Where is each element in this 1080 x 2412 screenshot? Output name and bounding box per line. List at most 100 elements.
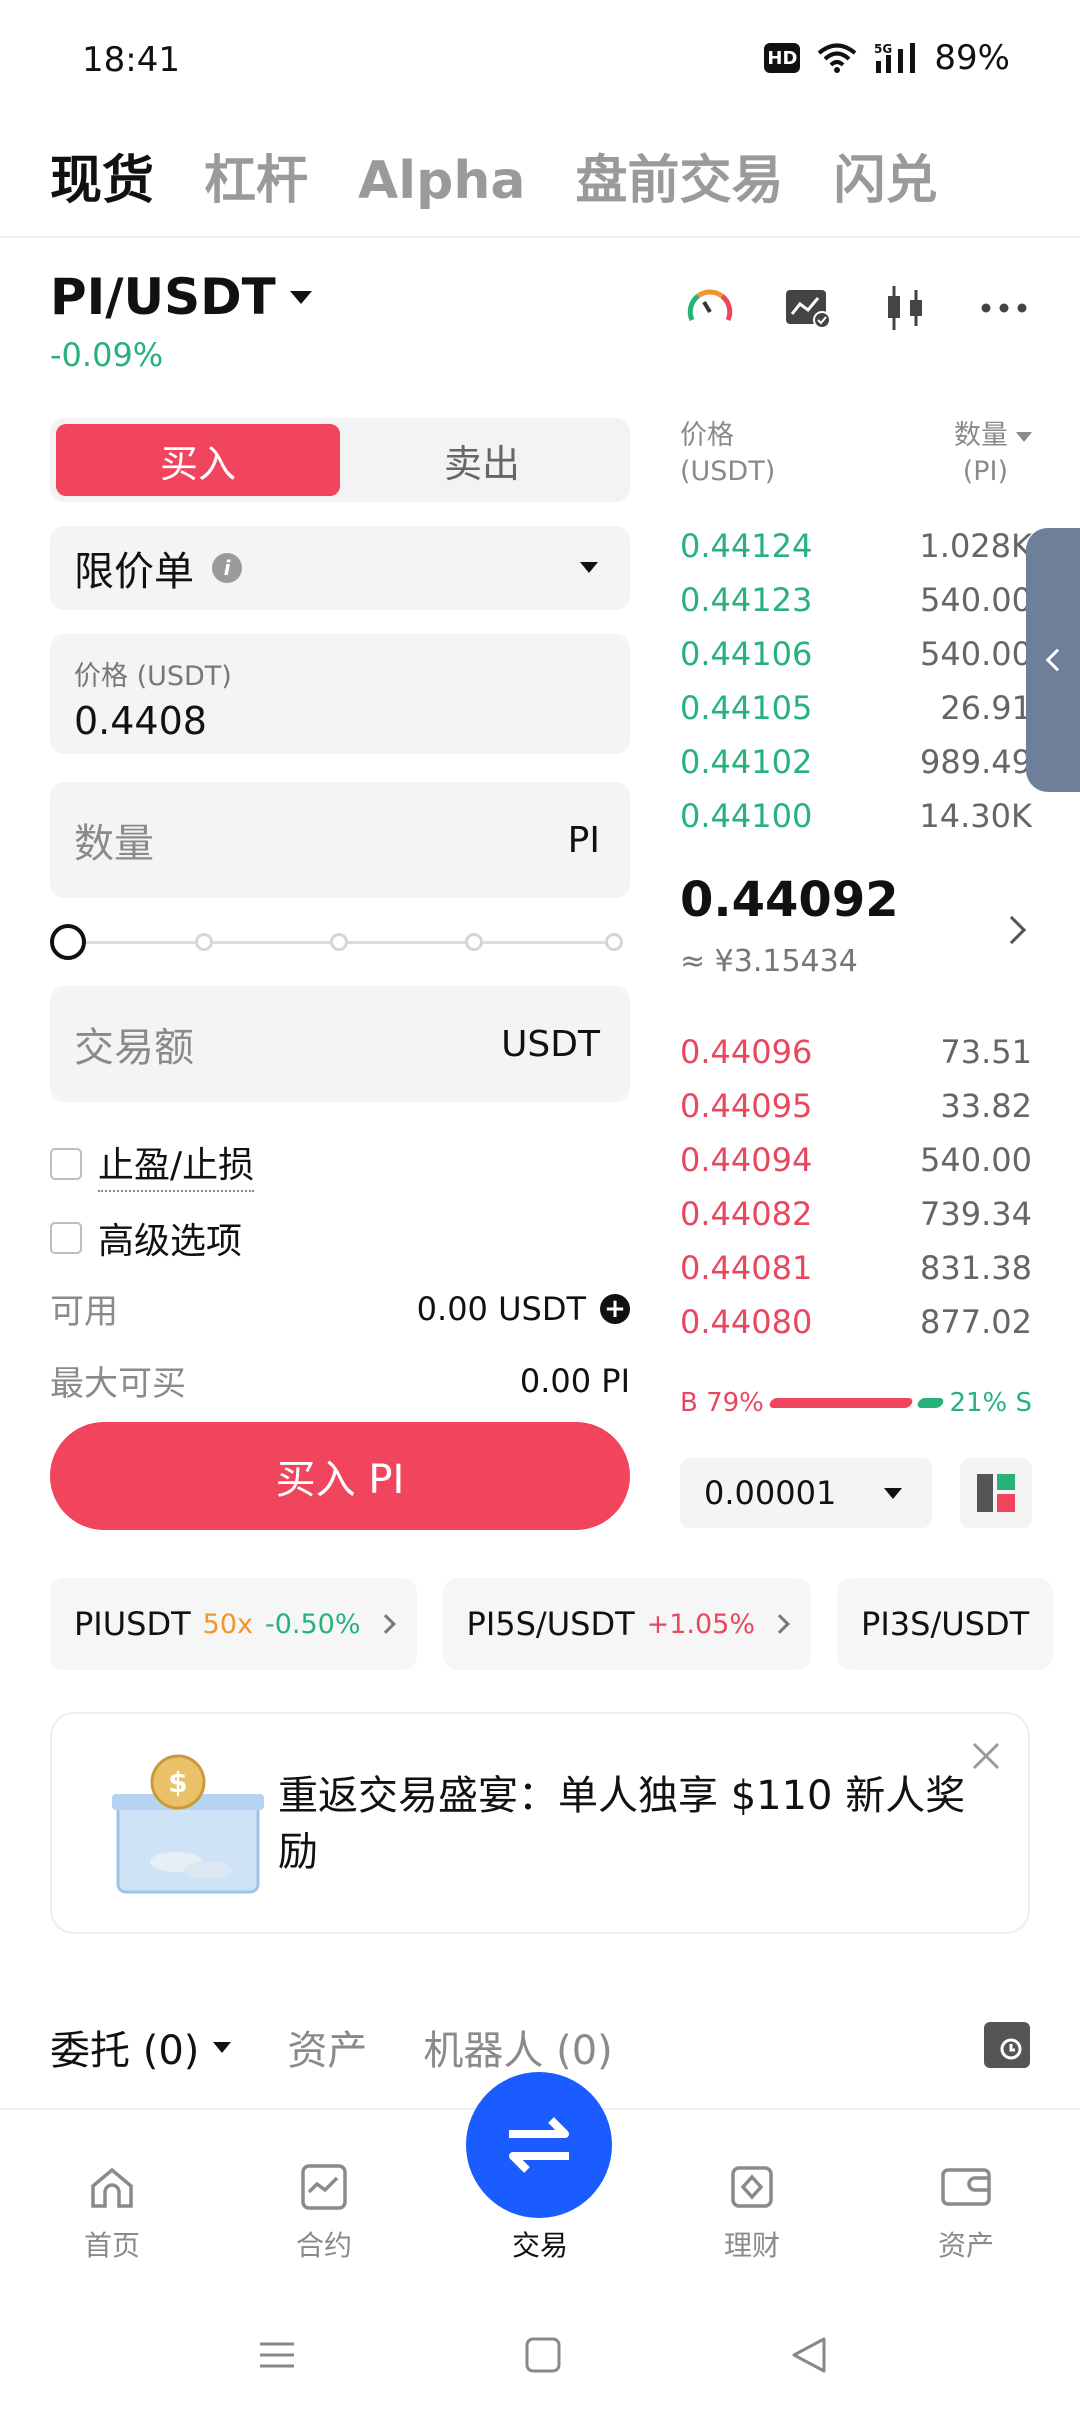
promo-banner[interactable]: $ 重返交易盛宴：单人独享 $110 新人奖励	[50, 1712, 1030, 1934]
advanced-checkbox-row[interactable]: 高级选项	[50, 1212, 242, 1264]
back-icon[interactable]	[784, 2330, 834, 2380]
chevron-right-icon[interactable]	[997, 915, 1027, 945]
available-row: 可用 0.00 USDT +	[50, 1284, 630, 1333]
system-nav	[0, 2300, 1080, 2412]
status-time: 18:41	[82, 40, 180, 80]
nav-assets[interactable]: 资产	[886, 2160, 1046, 2264]
amount-input[interactable]: 交易额 USDT	[50, 986, 630, 1102]
buy-sell-toggle: 买入 卖出	[50, 418, 630, 502]
info-icon[interactable]: i	[212, 553, 242, 583]
status-bar: 18:41 HD 5G 89%	[0, 0, 1080, 120]
bid-row[interactable]: 0.44081 831.38	[680, 1241, 1032, 1295]
price-label: 价格 (USDT)	[74, 661, 232, 692]
related-pair-chip[interactable]: PI3S/USDT	[837, 1578, 1054, 1670]
ask-row[interactable]: 0.44124 1.028K	[680, 519, 1032, 573]
tab-premarket[interactable]: 盘前交易	[575, 138, 783, 213]
tab-bots[interactable]: 机器人 (0)	[423, 2018, 612, 2076]
price-input[interactable]: 价格 (USDT) 0.4408	[50, 634, 630, 754]
ask-qty: 540.00	[920, 635, 1032, 673]
advanced-checkbox[interactable]	[50, 1222, 82, 1254]
bid-row[interactable]: 0.44082 739.34	[680, 1187, 1032, 1241]
slider-tick-50[interactable]	[330, 933, 348, 951]
price-value[interactable]: 0.4408	[74, 699, 606, 743]
more-icon[interactable]	[978, 282, 1030, 334]
bids-list: 0.44096 73.51 0.44095 33.82 0.44094 540.00 …	[680, 1025, 1032, 1349]
candlestick-icon[interactable]	[880, 282, 932, 334]
chevron-down-icon	[213, 2041, 232, 2053]
related-pair-chip[interactable]: PI5S/USDT +1.05%	[442, 1578, 812, 1670]
ask-qty: 540.00	[920, 581, 1032, 619]
home-square-icon[interactable]	[518, 2330, 568, 2380]
bid-qty: 739.34	[920, 1195, 1032, 1233]
pair-selector[interactable]: PI/USDT	[50, 268, 312, 326]
advanced-label: 高级选项	[98, 1221, 243, 1262]
nav-assets-label: 资产	[937, 2229, 994, 2262]
menu-icon[interactable]	[252, 2330, 302, 2380]
tp-sl-label: 止盈/止损	[98, 1136, 255, 1192]
order-history-icon[interactable]	[984, 2022, 1030, 2068]
bid-row[interactable]: 0.44094 540.00	[680, 1133, 1032, 1187]
buy-ratio: B 79%	[680, 1388, 764, 1418]
slider-tick-75[interactable]	[465, 933, 483, 951]
close-icon[interactable]	[968, 1738, 1004, 1774]
tab-open-orders[interactable]: 委托 (0)	[50, 2018, 232, 2076]
bid-row[interactable]: 0.44096 73.51	[680, 1025, 1032, 1079]
max-buy-label: 最大可买	[50, 1364, 186, 1404]
ask-qty: 989.49	[920, 743, 1032, 781]
chart-alert-icon[interactable]	[782, 282, 834, 334]
side-drawer-handle[interactable]	[1026, 528, 1080, 792]
ask-row[interactable]: 0.44123 540.00	[680, 573, 1032, 627]
related-pair-chip[interactable]: PIUSDT 50x -0.50%	[50, 1578, 417, 1670]
ask-row[interactable]: 0.44102 989.49	[680, 735, 1032, 789]
tab-convert[interactable]: 闪兑	[833, 138, 937, 213]
gauge-icon[interactable]	[684, 282, 736, 334]
ask-row[interactable]: 0.44106 540.00	[680, 627, 1032, 681]
chevron-left-icon	[1045, 648, 1069, 672]
order-book-layout-icon[interactable]	[960, 1458, 1032, 1528]
max-buy-value: 0.00 PI	[519, 1361, 630, 1400]
deposit-plus-icon[interactable]: +	[600, 1293, 630, 1324]
hd-icon: HD	[764, 43, 801, 73]
slider-handle[interactable]	[50, 924, 86, 960]
tp-sl-checkbox[interactable]	[50, 1148, 82, 1180]
ask-row[interactable]: 0.44105 26.91	[680, 681, 1032, 735]
battery-level: 89%	[934, 38, 1010, 78]
bid-qty: 831.38	[920, 1249, 1032, 1287]
sell-ratio: 21% S	[949, 1388, 1032, 1418]
ask-price: 0.44105	[680, 689, 813, 727]
order-type-label: 限价单	[74, 549, 194, 595]
trade-fab-button[interactable]	[466, 2072, 612, 2218]
quantity-input[interactable]: 数量 PI	[50, 782, 630, 898]
slider-tick-25[interactable]	[195, 933, 213, 951]
tp-sl-checkbox-row[interactable]: 止盈/止损	[50, 1136, 255, 1192]
sell-tab[interactable]: 卖出	[340, 424, 624, 496]
available-label: 可用	[50, 1292, 118, 1332]
related-pair-name: PIUSDT	[74, 1605, 191, 1643]
last-price-fiat: ≈ ¥3.15434	[680, 944, 858, 979]
buy-tab[interactable]: 买入	[56, 424, 340, 496]
nav-futures[interactable]: 合约	[244, 2160, 404, 2264]
last-price[interactable]: 0.44092	[680, 872, 899, 928]
ask-row[interactable]: 0.44100 14.30K	[680, 789, 1032, 843]
nav-earn[interactable]: 理财	[672, 2160, 832, 2264]
related-pair-name: PI3S/USDT	[861, 1605, 1030, 1643]
related-pair-change: +1.05%	[646, 1608, 756, 1640]
slider-tick-100[interactable]	[605, 933, 623, 951]
bid-row[interactable]: 0.44080 877.02	[680, 1295, 1032, 1349]
buy-submit-button[interactable]: 买入 PI	[50, 1422, 630, 1530]
home-icon	[91, 2167, 133, 2208]
bid-price: 0.44095	[680, 1087, 813, 1125]
tab-margin[interactable]: 杠杆	[204, 138, 308, 213]
tab-alpha[interactable]: Alpha	[358, 151, 525, 211]
quantity-header-toggle[interactable]: 数量 (PI)	[954, 418, 1032, 490]
related-pairs: PIUSDT 50x -0.50% PI5S/USDT +1.05% PI3S/…	[50, 1578, 1080, 1670]
ask-qty: 1.028K	[919, 527, 1032, 565]
nav-home[interactable]: 首页	[32, 2160, 192, 2264]
tab-spot[interactable]: 现货	[50, 138, 154, 213]
amount-slider[interactable]	[50, 922, 630, 962]
bid-row[interactable]: 0.44095 33.82	[680, 1079, 1032, 1133]
precision-select[interactable]: 0.00001	[680, 1458, 932, 1528]
tab-assets[interactable]: 资产	[287, 2018, 367, 2076]
chevron-down-icon	[884, 1488, 902, 1499]
order-type-select[interactable]: 限价单 i	[50, 526, 630, 610]
